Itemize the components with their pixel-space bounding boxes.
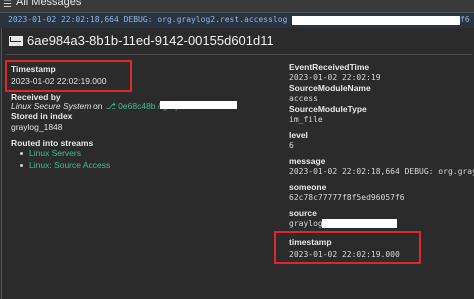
field-value: 2023-01-02 22:02:19 (289, 73, 381, 82)
field-value: 6 (289, 141, 294, 150)
field-name: source (289, 208, 317, 218)
field-name: EventReceivedTime (289, 62, 370, 72)
stream-link[interactable]: Linux: Source Access (29, 160, 110, 170)
field-name: someone (289, 182, 327, 192)
stored-index-value: graylog_1848 (11, 122, 63, 132)
bullet-icon (20, 152, 23, 155)
timestamp-label: Timestamp (11, 64, 56, 74)
redaction-bar (292, 16, 460, 25)
field-name: level (289, 130, 308, 140)
message-id[interactable]: 6ae984a3-8b1b-11ed-9142-00155d601d11 (27, 33, 274, 48)
node-icon: ⎇ (106, 101, 116, 111)
field-value: graylog (289, 219, 323, 228)
field-value: 62c78c77777f8f5ed96057f6 (289, 193, 405, 202)
redaction-bar (322, 219, 397, 228)
timestamp-field-highlight-box (274, 231, 421, 264)
received-input: Linux Secure System (11, 101, 92, 111)
envelope-icon (9, 36, 23, 46)
received-on: on (93, 101, 103, 111)
title-divider (6, 54, 472, 55)
timestamp-value: 2023-01-02 22:02:19.000 (11, 76, 107, 86)
field-value: 2023-01-02 22:02:19.000 (289, 250, 400, 259)
field-name: message (289, 156, 326, 166)
message-summary-text: 2023-01-02 22:02:18,664 DEBUG: org.grayl… (8, 15, 297, 24)
page-title: All Messages (16, 0, 82, 8)
field-name: SourceModuleName (289, 83, 371, 93)
top-bar: ☰ All Messages (0, 0, 474, 12)
message-summary-row[interactable]: 2023-01-02 22:02:18,664 DEBUG: org.grayl… (0, 12, 474, 28)
message-summary-tail: f6 (460, 15, 470, 24)
stream-link[interactable]: Linux Servers (29, 148, 81, 158)
field-name: SourceModuleType (289, 104, 367, 114)
field-value: im_file (289, 115, 323, 124)
bullet-icon (20, 164, 23, 167)
field-value: access (289, 94, 318, 103)
routed-streams-label: Routed into streams (11, 138, 94, 148)
stored-index-label: Stored in index (11, 111, 73, 121)
field-name: timestamp (289, 237, 332, 247)
menu-icon[interactable]: ☰ (3, 0, 13, 10)
redaction-bar (160, 101, 237, 109)
field-value: 2023-01-02 22:02:18,664 DEBUG: org.grayl (289, 167, 474, 176)
message-title: 6ae984a3-8b1b-11ed-9142-00155d601d11 (9, 33, 274, 48)
